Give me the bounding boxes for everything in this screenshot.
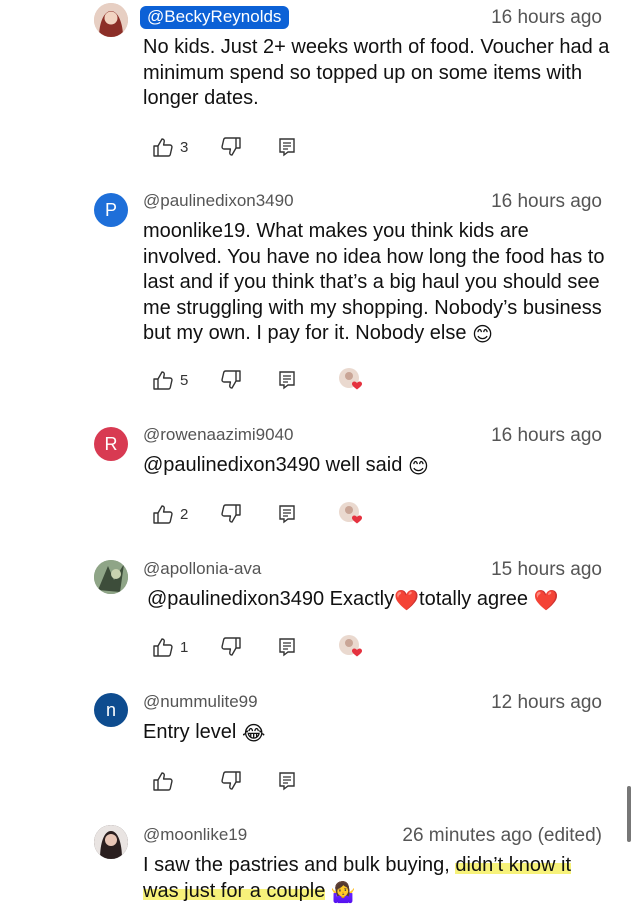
comment-text-content: moonlike19. What makes you think kids ar… (143, 220, 605, 344)
comment-text: I saw the pastries and bulk buying, didn… (143, 853, 613, 904)
like-button[interactable]: 3 (152, 134, 188, 160)
comment-time: 15 hours ago (491, 559, 602, 580)
reply-icon (279, 638, 295, 657)
smile-emoji-icon: 😊 (472, 324, 493, 346)
comment-author[interactable]: @BeckyReynolds (140, 6, 290, 29)
comment-time: 26 minutes ago (edited) (402, 825, 602, 846)
like-count: 5 (180, 371, 189, 389)
comment-author[interactable]: @paulinedixon3490 (143, 191, 294, 211)
comment-actions: 3 (152, 134, 612, 160)
creator-heart-icon (338, 501, 366, 527)
like-button[interactable] (152, 768, 174, 794)
thumbs-down-icon (221, 137, 241, 156)
highlighted-text: didn’t know (455, 854, 556, 876)
scrollbar[interactable] (627, 786, 631, 842)
comment-actions: 2 (152, 501, 612, 527)
thumbs-up-icon (153, 505, 173, 524)
reply-icon (279, 371, 295, 390)
reply-icon (279, 138, 295, 157)
comment-time: 16 hours ago (491, 191, 602, 212)
comment-text: No kids. Just 2+ weeks worth of food. Vo… (143, 36, 610, 109)
like-button[interactable]: 1 (152, 634, 188, 660)
like-button[interactable]: 2 (152, 501, 188, 527)
reply-button[interactable] (276, 134, 298, 160)
comment-text-content: Entry level (143, 721, 237, 743)
red-heart-icon: ❤️ (533, 590, 559, 612)
comment-text-content: @paulinedixon3490 well said (143, 454, 403, 476)
thumbs-down-icon (221, 504, 241, 523)
comment-text-part: @paulinedixon3490 Exactly (147, 588, 395, 610)
comment-text: Entry level 😂 (143, 720, 613, 746)
thumbs-up-icon (153, 772, 173, 791)
comment-actions: 5 (152, 367, 612, 393)
comment-author[interactable]: @nummulite99 (143, 692, 258, 712)
comment-text: moonlike19. What makes you think kids ar… (143, 219, 613, 347)
comment-time: 16 hours ago (491, 7, 602, 28)
reply-icon (279, 505, 295, 524)
comment-time: 12 hours ago (491, 692, 602, 713)
comment-author[interactable]: @rowenaazimi9040 (143, 425, 294, 445)
like-count: 1 (180, 638, 189, 656)
comment-text-part: totally agree (419, 588, 529, 610)
creator-heart-icon (338, 634, 366, 660)
smile-emoji-icon: 😊 (407, 456, 429, 478)
thumbs-down-icon (221, 637, 241, 656)
comment-author[interactable]: @moonlike19 (143, 825, 247, 845)
thumbs-up-icon (153, 371, 173, 390)
tears-of-joy-emoji-icon: 😂 (241, 723, 266, 745)
dislike-button[interactable] (220, 634, 242, 660)
dislike-button[interactable] (220, 501, 242, 527)
highlighted-text: was just for a couple (143, 879, 326, 902)
thumbs-up-icon (153, 138, 173, 157)
reply-button[interactable] (276, 367, 298, 393)
like-button[interactable]: 5 (152, 367, 188, 393)
reply-button[interactable] (276, 501, 298, 527)
comment-text: @paulinedixon3490 Exactly❤️totally agree… (147, 587, 617, 613)
thumbs-up-icon (153, 638, 173, 657)
comment-time: 16 hours ago (491, 425, 602, 446)
reply-button[interactable] (276, 634, 298, 660)
comment-text-part: I saw the pastries and bulk buying, (143, 854, 450, 876)
avatar[interactable]: n (94, 693, 128, 727)
dislike-button[interactable] (220, 134, 242, 160)
like-count: 2 (180, 505, 189, 523)
like-count: 3 (180, 138, 189, 156)
creator-heart-icon (338, 367, 366, 393)
highlighted-text: it (555, 854, 572, 876)
thumbs-down-icon (221, 370, 241, 389)
avatar[interactable]: P (94, 193, 128, 227)
dislike-button[interactable] (220, 768, 242, 794)
comment-text: @paulinedixon3490 well said 😊 (143, 453, 613, 479)
reply-icon (279, 772, 295, 791)
dislike-button[interactable] (220, 367, 242, 393)
avatar[interactable] (94, 560, 128, 594)
avatar[interactable] (94, 825, 128, 859)
avatar[interactable]: R (94, 427, 128, 461)
comment-actions: 1 (152, 634, 612, 660)
red-heart-icon: ❤️ (394, 590, 420, 612)
avatar[interactable] (94, 3, 128, 37)
comment-actions (152, 768, 612, 794)
reply-button[interactable] (276, 768, 298, 794)
comment-author[interactable]: @apollonia-ava (143, 559, 261, 579)
thumbs-down-icon (221, 771, 241, 790)
